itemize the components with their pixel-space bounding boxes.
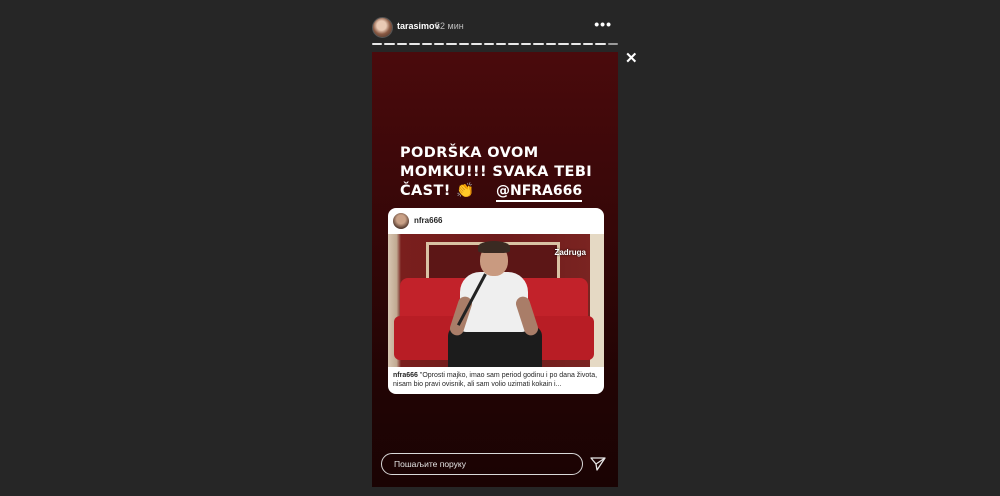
photo-watermark: Zadruga [554, 248, 586, 257]
progress-segment [434, 43, 445, 45]
progress-segment [458, 43, 470, 45]
progress-segment [533, 43, 544, 45]
shared-post-caption-text: "Oprosti majko, imao sam period godinu i… [393, 372, 598, 388]
shared-post-avatar [393, 213, 409, 229]
progress-segment [520, 43, 532, 45]
photo-person-hair [478, 241, 510, 253]
progress-segment [409, 43, 420, 45]
post-time: 52 мин [435, 21, 464, 31]
progress-segment [545, 43, 557, 45]
username[interactable]: tarasimov [397, 21, 440, 31]
progress-segment [471, 43, 482, 45]
progress-segment [607, 43, 619, 45]
shared-post-caption-user: nfra666 [393, 372, 418, 379]
progress-segment [446, 43, 457, 45]
progress-segment [558, 43, 569, 45]
shared-post-username: nfra666 [414, 216, 443, 225]
shared-post-header: nfra666 [388, 208, 604, 234]
reply-placeholder: Пошаљите поруку [394, 459, 466, 469]
progress-segment [421, 43, 433, 45]
shared-post-photo: Zadruga [388, 234, 604, 367]
progress-segment [508, 43, 519, 45]
story-header: tarasimov 52 мин ••• [372, 14, 618, 40]
progress-segment [582, 43, 594, 45]
shared-post-card[interactable]: nfra666 Zadruga nfra666 "Oprosti majko, … [388, 208, 604, 394]
story-progress-bar [372, 43, 619, 45]
story-viewer[interactable]: PODRŠKA OVOM MOMKU!!! SVAKA TEBI ČAST! 👏… [372, 52, 618, 487]
progress-segment [483, 43, 495, 45]
shared-post-caption: nfra666 "Oprosti majko, imao sam period … [393, 371, 599, 389]
progress-segment [396, 43, 408, 45]
progress-segment [570, 43, 581, 45]
user-avatar[interactable] [372, 17, 393, 38]
reply-input[interactable]: Пошаљите поруку [381, 453, 583, 475]
progress-segment [384, 43, 395, 45]
send-icon[interactable] [590, 456, 606, 472]
progress-segment [595, 43, 606, 45]
more-options-icon[interactable]: ••• [594, 16, 612, 32]
progress-segment [496, 43, 507, 45]
close-icon[interactable]: ✕ [625, 51, 638, 66]
mention-sticker[interactable]: @NFRA666 [496, 183, 583, 202]
progress-segment [372, 43, 383, 45]
